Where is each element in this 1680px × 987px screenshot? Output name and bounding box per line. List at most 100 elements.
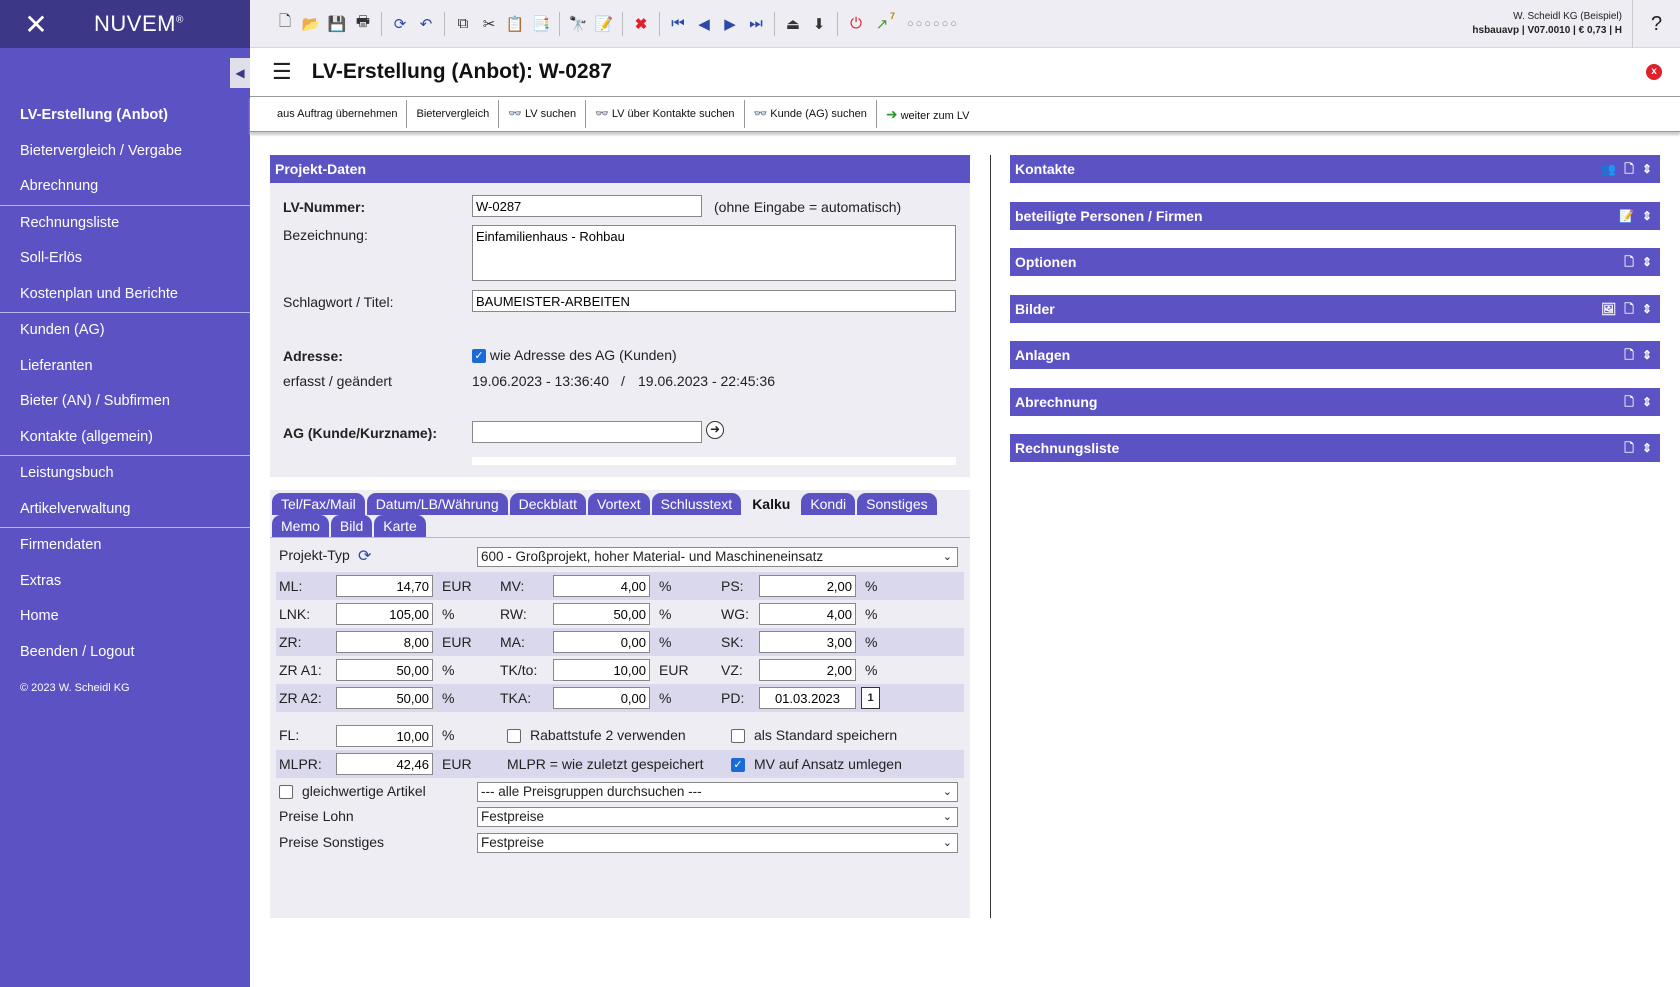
mlpr-input[interactable] — [336, 753, 433, 775]
kalku-field-input[interactable] — [759, 575, 856, 597]
undo-icon[interactable]: ↶ — [413, 11, 439, 37]
document-icon[interactable]: 🗋 — [1624, 341, 1634, 369]
document-icon[interactable]: 🗋 — [1624, 248, 1634, 276]
expand-icon[interactable]: ⇕ — [1642, 202, 1652, 230]
lv-suchen-button[interactable]: 👓 LV suchen — [499, 100, 587, 128]
panel-beteiligte-personen-firmen[interactable]: beteiligte Personen / Firmen 📝 ⇕ — [1010, 201, 1660, 230]
schlagwort-input[interactable] — [472, 290, 956, 312]
kalku-field-input[interactable] — [336, 603, 433, 625]
preise-sonstiges-select[interactable]: Festpreise ⌄ — [477, 833, 958, 853]
kalku-field-input[interactable] — [336, 631, 433, 653]
sidebar-item-abrechnung[interactable]: Abrechnung — [0, 169, 250, 205]
panel-bilder[interactable]: Bilder 🖼 🗋 ⇕ — [1010, 294, 1660, 323]
document-icon[interactable]: 🗋 — [1624, 434, 1634, 462]
last-record-icon[interactable]: ⏭ — [743, 11, 769, 37]
weiter-zum-lv-button[interactable]: ➜ weiter zum LV — [877, 100, 979, 128]
next-record-icon[interactable]: ▶ — [717, 11, 743, 37]
people-icon[interactable]: 👥 — [1601, 155, 1616, 183]
kalku-field-input[interactable] — [759, 631, 856, 653]
sidebar-item-soll-erloes[interactable]: Soll-Erlös — [0, 241, 250, 277]
print-icon[interactable]: 🖶 — [350, 11, 376, 37]
panel-optionen[interactable]: Optionen 🗋 ⇕ — [1010, 248, 1660, 276]
standard-checkbox[interactable] — [731, 729, 745, 743]
tab-schlusstext[interactable]: Schlusstext — [651, 493, 742, 515]
sidebar-item-rechnungsliste[interactable]: Rechnungsliste — [0, 206, 250, 242]
tab-vortext[interactable]: Vortext — [588, 493, 650, 515]
panel-rechnungsliste[interactable]: Rechnungsliste 🗋 ⇕ — [1010, 434, 1660, 462]
tab-kalku[interactable]: Kalku — [743, 493, 800, 515]
sidebar-item-lv-erstellung[interactable]: LV-Erstellung (Anbot) — [0, 98, 250, 134]
sidebar-item-logout[interactable]: Beenden / Logout — [0, 635, 250, 671]
tab-memo[interactable]: Memo — [272, 515, 329, 537]
sidebar-item-bietervergleich[interactable]: Bietervergleich / Vergabe — [0, 134, 250, 170]
sidebar-item-kontakte[interactable]: Kontakte (allgemein) — [0, 420, 250, 456]
expand-icon[interactable]: ⇕ — [1642, 341, 1652, 369]
menu-icon[interactable]: ☰ — [272, 59, 292, 85]
lv-kontakte-suchen-button[interactable]: 👓 LV über Kontakte suchen — [586, 100, 745, 128]
calendar-icon[interactable]: 1 — [861, 687, 880, 709]
kalku-field-input[interactable] — [759, 603, 856, 625]
save-icon[interactable]: 💾 — [324, 11, 350, 37]
first-record-icon[interactable]: ⏮ — [665, 11, 691, 37]
expand-icon[interactable]: ⇕ — [1642, 155, 1652, 183]
edit-icon[interactable]: 📝 — [1619, 202, 1634, 230]
panel-kontakte[interactable]: Kontakte 👥 🗋 ⇕ — [1010, 155, 1660, 183]
kunde-suchen-button[interactable]: 👓 Kunde (AG) suchen — [745, 100, 877, 128]
kalku-field-input[interactable] — [553, 659, 650, 681]
paste-icon[interactable]: 📋 — [502, 11, 528, 37]
kalku-field-input[interactable] — [336, 575, 433, 597]
upload-icon[interactable]: ⏏ — [780, 11, 806, 37]
binoculars-icon[interactable]: 🔭 — [565, 11, 591, 37]
sidebar-item-lieferanten[interactable]: Lieferanten — [0, 349, 250, 385]
tab-kondi[interactable]: Kondi — [801, 493, 856, 515]
preise-lohn-select[interactable]: Festpreise ⌄ — [477, 807, 958, 827]
refresh-icon[interactable]: ⟳ — [387, 11, 413, 37]
expand-icon[interactable]: ⇕ — [1642, 434, 1652, 462]
bezeichnung-textarea[interactable]: Einfamilienhaus - Rohbau — [472, 225, 956, 281]
power-icon[interactable]: ⏻ — [843, 11, 869, 37]
panel-anlagen[interactable]: Anlagen 🗋 ⇕ — [1010, 341, 1660, 369]
logo[interactable]: ✕ NUVEM® — [0, 0, 250, 48]
tab-tel-fax-mail[interactable]: Tel/Fax/Mail — [272, 493, 365, 515]
edit-form-icon[interactable]: 📝 — [591, 11, 617, 37]
adresse-checkbox[interactable]: ✓ — [472, 349, 486, 364]
prev-record-icon[interactable]: ◀ — [691, 11, 717, 37]
pd-date-input[interactable] — [759, 687, 856, 709]
sidebar-item-bieter[interactable]: Bieter (AN) / Subfirmen — [0, 384, 250, 420]
lv-nummer-input[interactable] — [472, 195, 702, 217]
close-icon[interactable]: x — [1646, 64, 1662, 80]
ag-input[interactable] — [472, 421, 702, 443]
image-icon[interactable]: 🖼 — [1601, 295, 1616, 323]
fl-input[interactable] — [336, 725, 433, 747]
sidebar-item-home[interactable]: Home — [0, 599, 250, 635]
expand-icon[interactable]: ⇕ — [1642, 248, 1652, 276]
preisgruppen-select[interactable]: --- alle Preisgruppen durchsuchen --- ⌄ — [477, 782, 958, 802]
sidebar-item-extras[interactable]: Extras — [0, 564, 250, 600]
sidebar-item-kostenplan[interactable]: Kostenplan und Berichte — [0, 277, 250, 313]
tab-bild[interactable]: Bild — [330, 515, 373, 537]
new-document-icon[interactable]: 🗋 — [272, 11, 298, 37]
copy-icon[interactable]: ⧉ — [450, 11, 476, 37]
kalku-field-input[interactable] — [759, 659, 856, 681]
download-icon[interactable]: ⬇ — [806, 11, 832, 37]
help-button[interactable]: ? — [1632, 0, 1680, 48]
kalku-field-input[interactable] — [553, 687, 650, 709]
kalku-field-input[interactable] — [553, 631, 650, 653]
bietervergleich-button[interactable]: Bietervergleich — [407, 100, 500, 128]
document-icon[interactable]: 🗋 — [1624, 155, 1634, 183]
rabatt-checkbox[interactable] — [507, 729, 521, 743]
notifications-icon[interactable]: ↗ 7 — [869, 11, 895, 37]
document-icon[interactable]: 🗋 — [1624, 388, 1634, 416]
delete-icon[interactable]: ✖ — [628, 11, 654, 37]
sidebar-collapse-button[interactable]: ◀ — [230, 58, 250, 88]
kalku-field-input[interactable] — [336, 687, 433, 709]
open-folder-icon[interactable]: 📂 — [298, 11, 324, 37]
kalku-field-input[interactable] — [553, 575, 650, 597]
tab-karte[interactable]: Karte — [374, 515, 426, 537]
kalku-field-input[interactable] — [336, 659, 433, 681]
sidebar-item-kunden[interactable]: Kunden (AG) — [0, 313, 250, 349]
go-arrow-icon[interactable]: ➜ — [706, 421, 724, 439]
sidebar-item-leistungsbuch[interactable]: Leistungsbuch — [0, 456, 250, 492]
tab-datum-lb-waehrung[interactable]: Datum/LB/Währung — [366, 493, 508, 515]
tab-deckblatt[interactable]: Deckblatt — [509, 493, 586, 515]
